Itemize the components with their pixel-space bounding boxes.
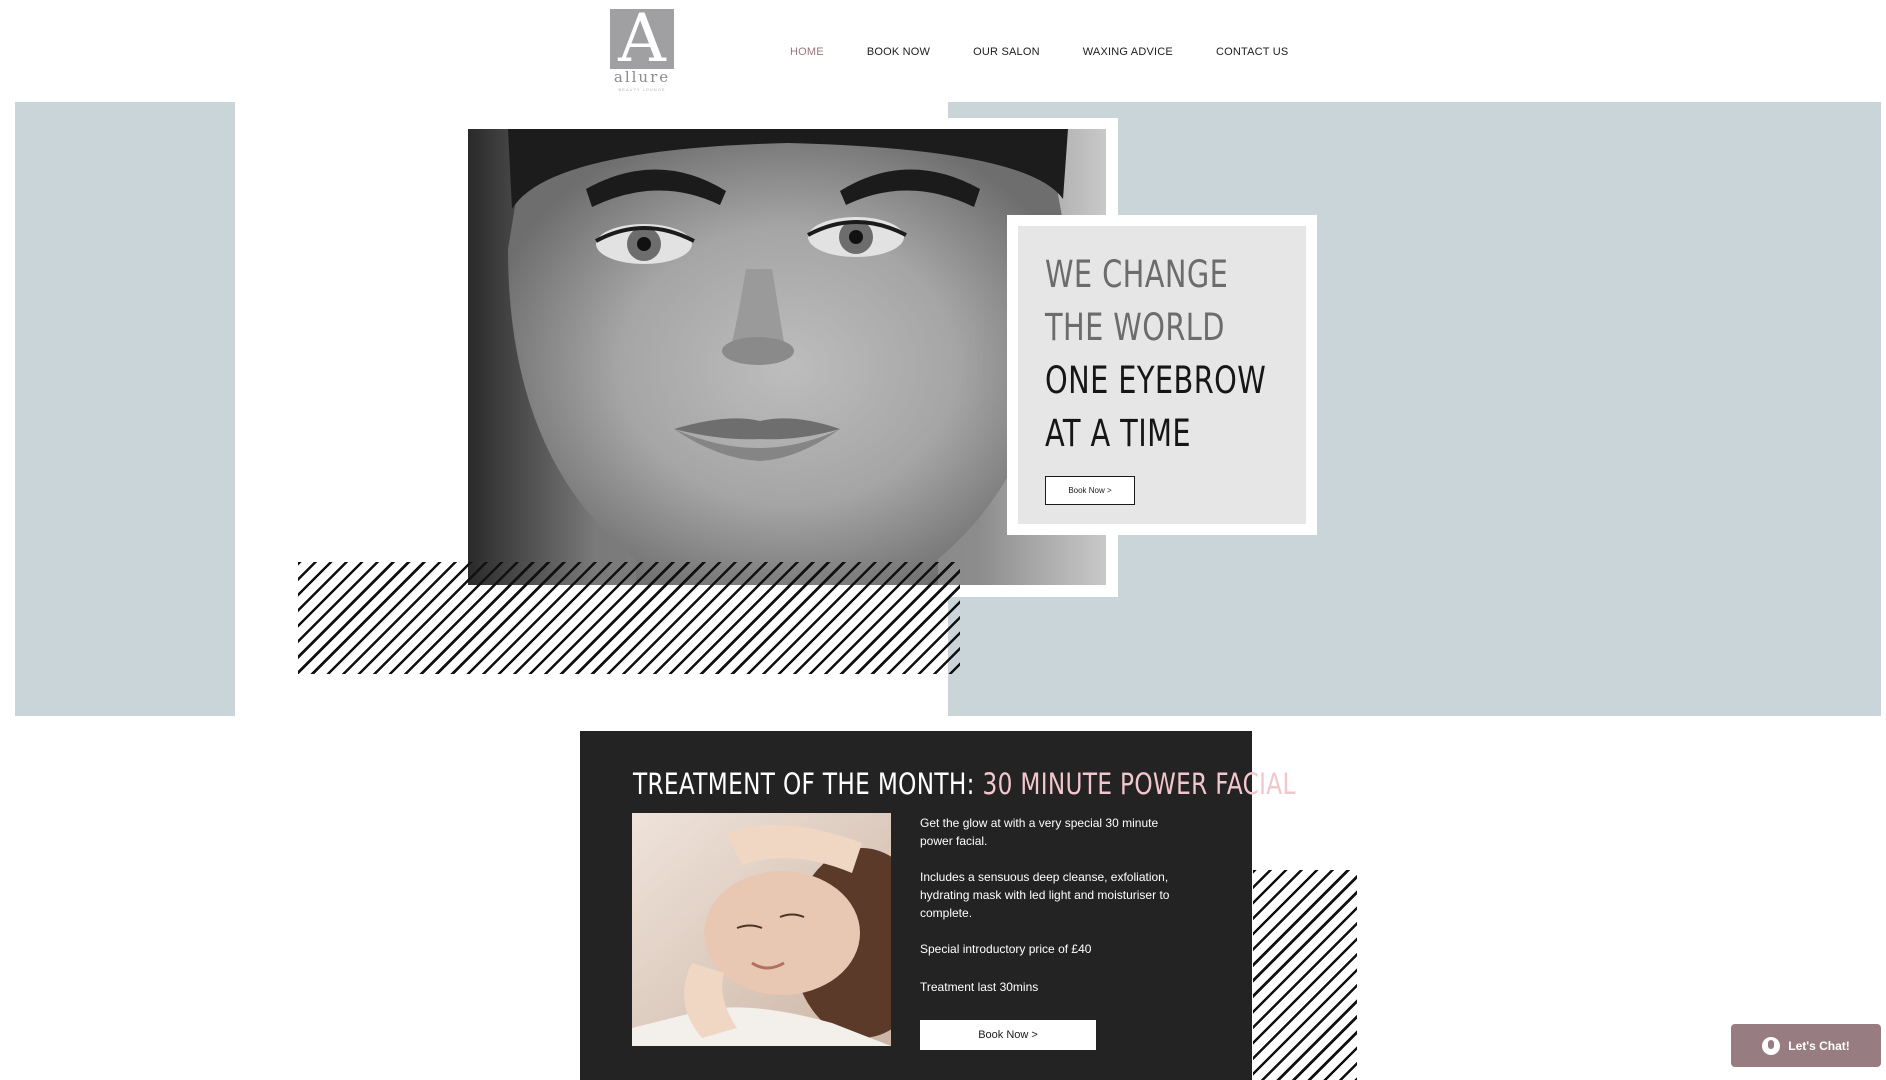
hero-book-now-button[interactable]: Book Now > [1045,476,1135,505]
facial-image [632,813,891,1046]
nav-waxing-advice[interactable]: WAXING ADVICE [1083,44,1173,60]
promo-price: Special introductory price of £40 [920,942,1092,956]
microphone-icon [1762,1036,1781,1055]
logo-letter: A [618,9,666,69]
logo-tagline: BEAUTY LOUNGE [618,87,666,92]
promo-title-accent: 30 MINUTE POWER FACIAL [982,767,1296,801]
promo-description-2: Includes a sensuous deep cleanse, exfoli… [920,870,1170,920]
promo-book-now-button[interactable]: Book Now > [920,1020,1096,1050]
logo-tile: A [610,9,674,69]
promo-description-1: Get the glow at with a very special 30 m… [920,816,1159,848]
nav-home[interactable]: HOME [790,44,824,60]
promo-title-lead: TREATMENT OF THE MONTH: [633,767,983,801]
facial-treatment-photo [632,813,891,1046]
headline-line-1: WE CHANGE [1045,253,1229,296]
main-nav: HOME BOOK NOW OUR SALON WAXING ADVICE CO… [790,44,1331,60]
promo-stripe-pattern [1253,870,1357,1080]
nav-book-now[interactable]: BOOK NOW [867,44,930,60]
logo-wordmark: allure [613,68,671,86]
headline-line-2: THE WORLD [1045,306,1225,349]
chat-label: Let's Chat! [1788,1038,1850,1053]
hero-background-left [15,102,235,716]
hero-stripe-pattern [298,562,960,674]
nav-contact-us[interactable]: CONTACT US [1216,44,1289,60]
brand-logo[interactable]: A allure BEAUTY LOUNGE [610,9,674,92]
headline-line-4: AT A TIME [1045,412,1192,455]
lets-chat-button[interactable]: Let's Chat! [1731,1024,1881,1067]
nav-our-salon[interactable]: OUR SALON [973,44,1040,60]
promo-title: TREATMENT OF THE MONTH: 30 MINUTE POWER … [633,766,1296,802]
headline-line-3: ONE EYEBROW [1045,359,1267,402]
promo-duration: Treatment last 30mins [920,980,1039,994]
